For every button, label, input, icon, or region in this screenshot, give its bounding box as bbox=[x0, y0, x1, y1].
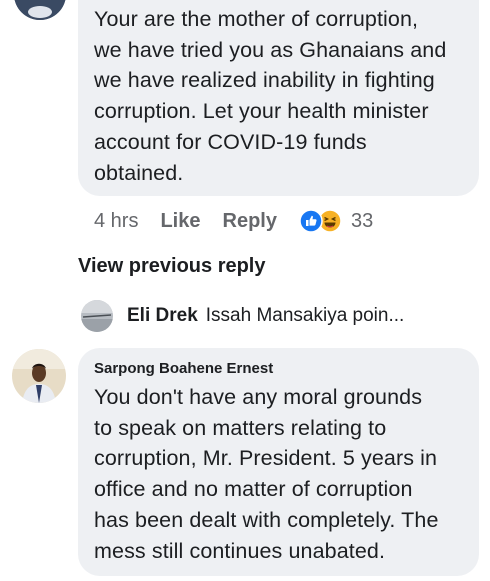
comment-line: account for COVID-19 funds bbox=[94, 129, 367, 154]
comment-line: Your are the mother of corruption, bbox=[94, 7, 419, 31]
commenter-avatar[interactable] bbox=[12, 349, 66, 403]
comment-timestamp[interactable]: 4 hrs bbox=[94, 210, 138, 233]
avatar-photo bbox=[12, 349, 66, 403]
comment-line: office and no matter of corruption bbox=[94, 477, 413, 502]
like-button[interactable]: Like bbox=[160, 210, 200, 233]
commenter-avatar[interactable] bbox=[14, 0, 66, 20]
reactions-summary[interactable] bbox=[299, 209, 342, 233]
like-reaction-icon bbox=[299, 209, 323, 233]
comment-line: mess still continues unabated. bbox=[94, 538, 386, 563]
comment-line: we have tried you as Ghanaians and bbox=[94, 37, 447, 62]
comment-actions: 4 hrs Like Reply 33 bbox=[94, 207, 373, 235]
comment-line: obtained. bbox=[94, 160, 184, 185]
comment-line: has been dealt with completely. The bbox=[94, 507, 439, 532]
reply-author-name[interactable]: Eli Drek bbox=[127, 305, 198, 327]
view-previous-reply-link[interactable]: View previous reply bbox=[78, 255, 266, 278]
reaction-count: 33 bbox=[350, 209, 374, 232]
comment-line: corruption. Let your health minister bbox=[94, 99, 429, 124]
collapsed-reply[interactable]: Eli Drek Issah Mansakiya poin... bbox=[81, 300, 404, 332]
reply-snippet: Issah Mansakiya poin... bbox=[205, 305, 405, 326]
reply-avatar[interactable] bbox=[81, 300, 113, 332]
comment-line: You don't have any moral grounds bbox=[94, 385, 423, 409]
comment-line: corruption, Mr. President. 5 years in bbox=[94, 446, 438, 471]
avatar-photo bbox=[14, 0, 66, 20]
reply-button[interactable]: Reply bbox=[223, 210, 277, 233]
comment-line: we have realized inability in fighting bbox=[94, 68, 435, 93]
comment-line: to speak on matters relating to bbox=[94, 415, 387, 440]
comment-author-name[interactable]: Sarpong Boahene Ernest bbox=[94, 360, 273, 377]
